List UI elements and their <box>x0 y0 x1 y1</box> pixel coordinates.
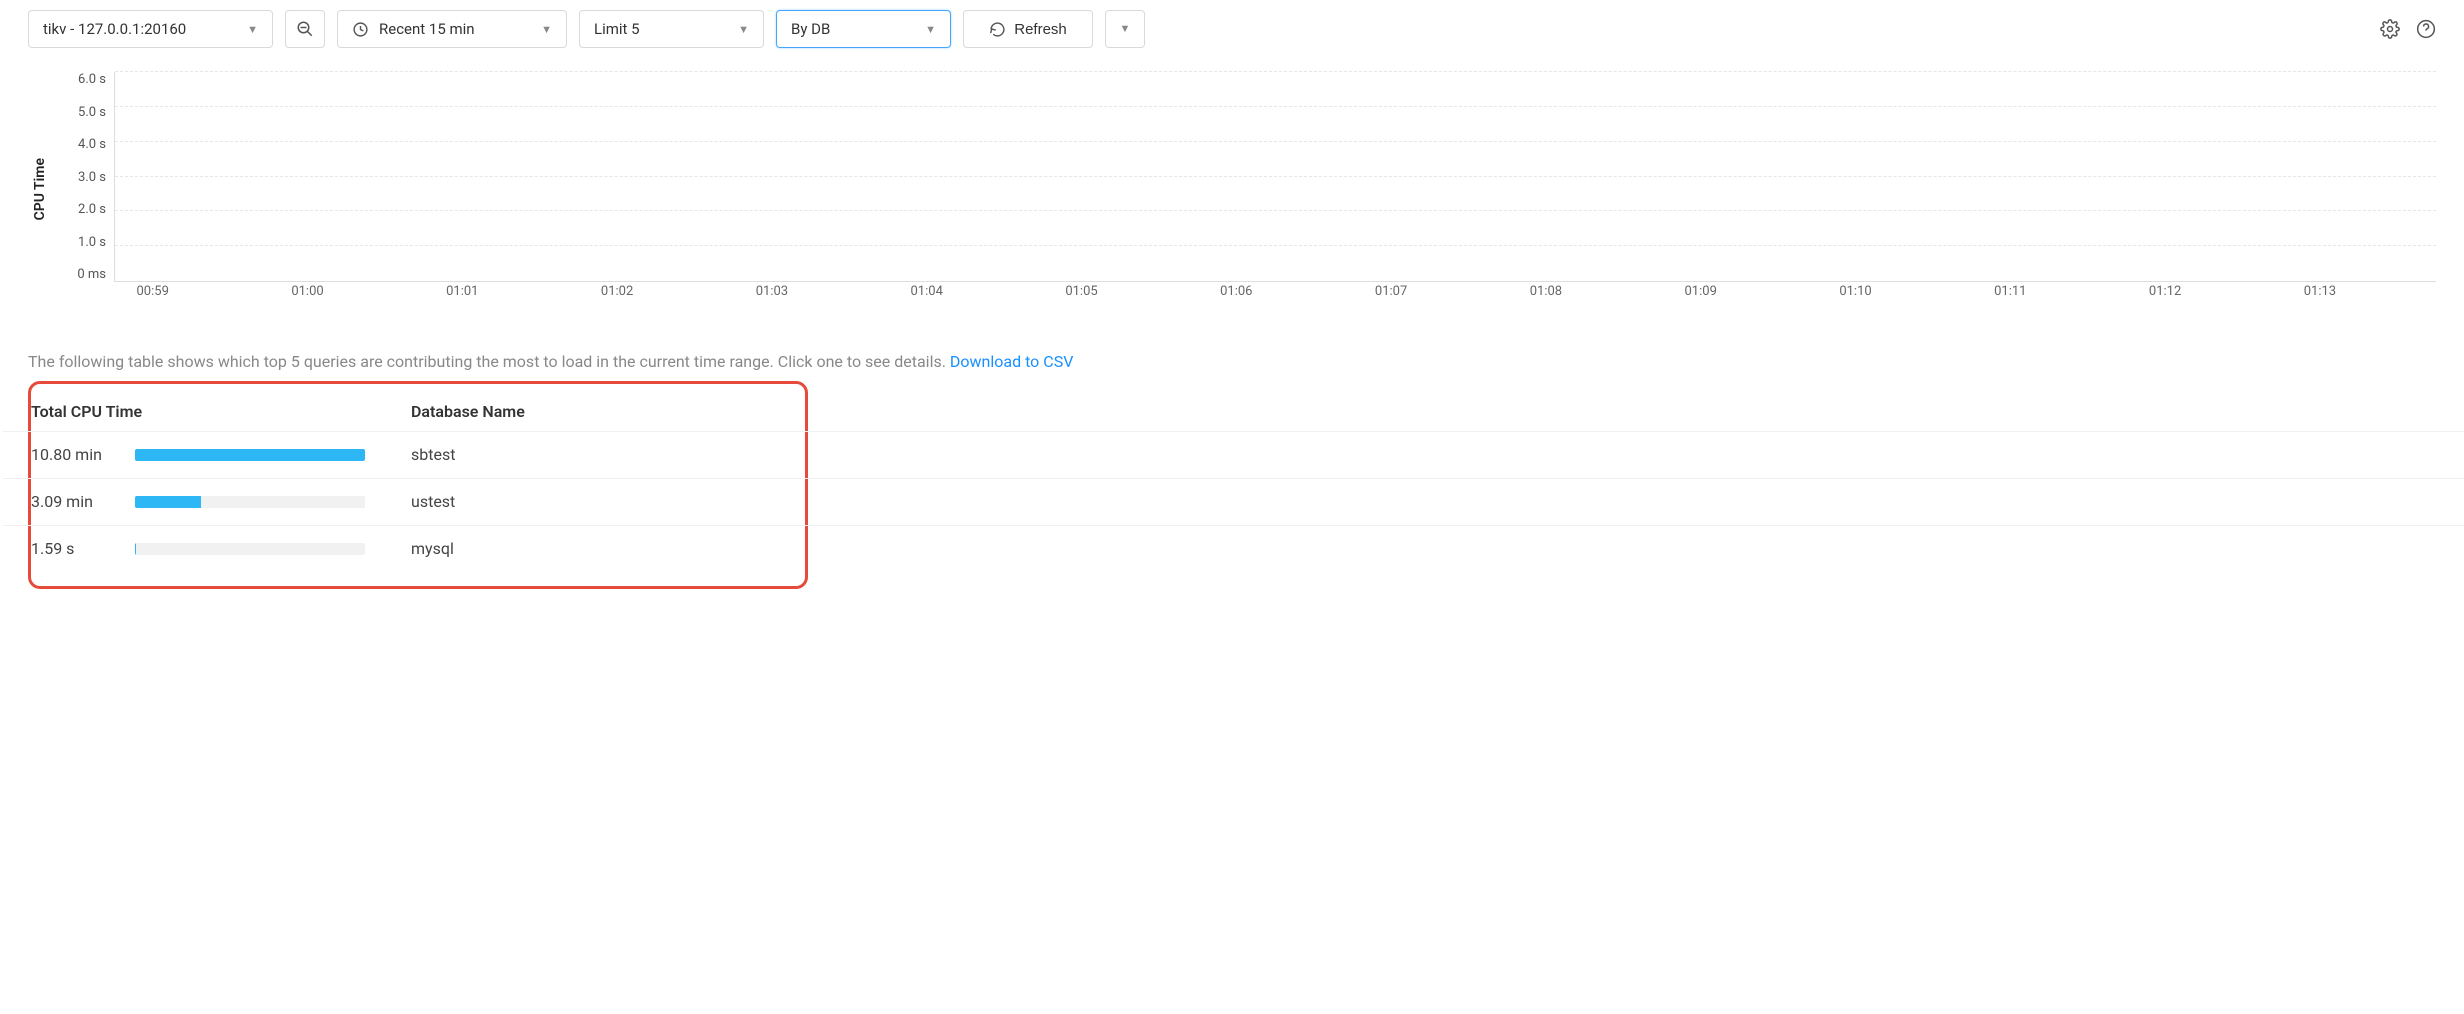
help-icon[interactable] <box>2416 19 2436 39</box>
table-row[interactable]: 10.80 min sbtest <box>31 431 781 478</box>
refresh-label: Refresh <box>1014 21 1067 38</box>
refresh-button[interactable]: Refresh <box>963 10 1093 48</box>
cpu-time-value: 1.59 s <box>31 539 131 558</box>
limit-select[interactable]: Limit 5 ▼ <box>579 10 764 48</box>
download-csv-link[interactable]: Download to CSV <box>950 352 1073 371</box>
database-name: ustest <box>381 492 781 511</box>
cpu-time-value: 10.80 min <box>31 445 131 464</box>
database-name: sbtest <box>381 445 781 464</box>
refresh-icon <box>989 21 1006 38</box>
chart-plot-area[interactable] <box>114 72 2436 282</box>
table-description: The following table shows which top 5 qu… <box>28 352 946 371</box>
cpu-time-bar <box>135 496 365 508</box>
chart-x-axis: 00:5901:0001:0101:0201:0301:0401:0501:06… <box>114 284 2436 306</box>
gear-icon[interactable] <box>2380 19 2400 39</box>
cpu-time-bar <box>135 449 365 461</box>
chevron-down-icon: ▼ <box>541 23 552 36</box>
chevron-down-icon: ▼ <box>738 23 749 36</box>
limit-select-label: Limit 5 <box>594 20 640 38</box>
chevron-down-icon: ▼ <box>1120 23 1131 35</box>
cpu-time-chart: CPU Time 6.0 s5.0 s4.0 s3.0 s2.0 s1.0 s0… <box>32 72 2436 306</box>
top-queries-table: Total CPU Time Database Name 10.80 min sb… <box>28 381 808 589</box>
refresh-dropdown-button[interactable]: ▼ <box>1105 10 1145 48</box>
clock-icon <box>352 21 369 38</box>
cpu-time-bar <box>135 543 365 555</box>
col-header-db: Database Name <box>411 402 525 421</box>
cpu-time-value: 3.09 min <box>31 492 131 511</box>
chart-ylabel: CPU Time <box>32 158 48 220</box>
instance-select[interactable]: tikv - 127.0.0.1:20160 ▼ <box>28 10 273 48</box>
chart-y-axis: 6.0 s5.0 s4.0 s3.0 s2.0 s1.0 s0 ms <box>68 72 114 282</box>
instance-select-label: tikv - 127.0.0.1:20160 <box>43 20 186 38</box>
database-name: mysql <box>381 539 781 558</box>
zoom-out-button[interactable] <box>285 10 325 48</box>
table-row[interactable]: 1.59 s mysql <box>31 525 781 572</box>
chevron-down-icon: ▼ <box>247 23 258 36</box>
zoom-out-icon <box>296 20 314 38</box>
chevron-down-icon: ▼ <box>925 23 936 36</box>
col-header-cpu: Total CPU Time <box>31 402 142 421</box>
time-range-select[interactable]: Recent 15 min ▼ <box>337 10 567 48</box>
table-row[interactable]: 3.09 min ustest <box>31 478 781 525</box>
time-range-label: Recent 15 min <box>379 20 475 38</box>
groupby-select[interactable]: By DB ▼ <box>776 10 951 48</box>
groupby-select-label: By DB <box>791 20 830 38</box>
